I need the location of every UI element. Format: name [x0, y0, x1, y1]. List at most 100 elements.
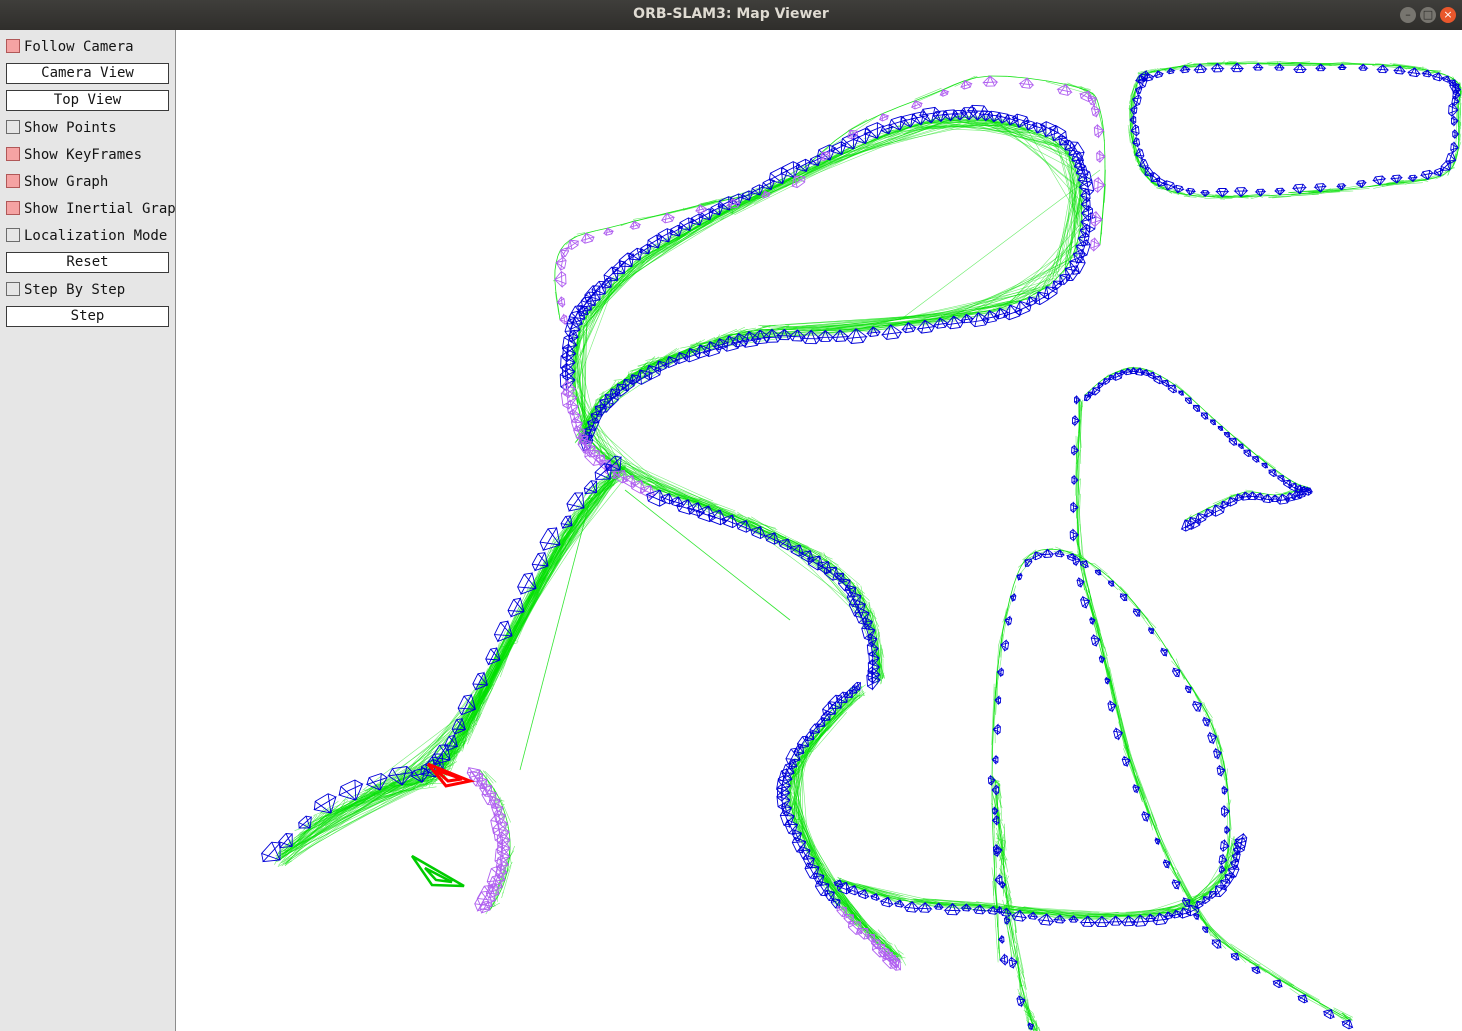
covisibility-edge: [1123, 748, 1144, 800]
covisibility-edge: [720, 163, 833, 221]
keyframe-frustum: [1059, 273, 1071, 286]
step-by-step-checkbox-box[interactable]: [6, 282, 20, 296]
inertial-keyframe-frustum: [1090, 236, 1101, 252]
keyframe-frustum: [1132, 783, 1140, 794]
keyframe-frustum: [1252, 62, 1264, 71]
spanning-tree-edge: [1267, 494, 1276, 496]
covisibility-edge: [1137, 610, 1161, 642]
spanning-tree-edge: [666, 208, 684, 214]
keyframe-frustum: [1002, 304, 1023, 321]
covisibility-edge: [1199, 917, 1238, 956]
keyframe-frustum: [1200, 412, 1209, 420]
close-icon[interactable]: ×: [1440, 7, 1456, 23]
keyframe-frustum: [1040, 548, 1055, 558]
covisibility-edge: [1143, 802, 1175, 872]
keyframe-frustum: [1251, 455, 1260, 463]
keyframe-frustum: [1450, 115, 1459, 127]
covisibility-edge: [558, 469, 621, 540]
spanning-tree-edge: [999, 951, 1001, 961]
show-keyframes-checkbox-box[interactable]: [6, 147, 20, 161]
keyframe-frustum: [1071, 444, 1080, 457]
spanning-tree-edge: [942, 84, 955, 91]
keyframe-frustum: [1148, 627, 1155, 635]
show-inertial-graph-checkbox-box[interactable]: [6, 201, 20, 215]
inertial-keyframe-frustum: [1090, 104, 1101, 118]
show-points-label: Show Points: [24, 120, 117, 136]
spanning-tree-edge: [1007, 75, 1028, 79]
camera-view-button[interactable]: Camera View: [6, 63, 169, 84]
inertial-keyframe-frustum: [1090, 210, 1103, 228]
minimize-icon[interactable]: –: [1400, 7, 1416, 23]
covisibility-edge: [915, 80, 966, 103]
inertial-keyframe-frustum: [629, 220, 642, 230]
covisibility-edge: [587, 306, 590, 309]
covisibility-edge: [990, 122, 1077, 161]
covisibility-edge: [746, 524, 870, 617]
title-bar: ORB-SLAM3: Map Viewer – □ ×: [0, 0, 1462, 30]
step-button[interactable]: Step: [6, 306, 169, 327]
top-view-button[interactable]: Top View: [6, 90, 169, 111]
covisibility-edge: [1120, 587, 1149, 620]
keyframe-frustum: [1220, 804, 1231, 818]
covisibility-edge: [1428, 71, 1442, 73]
covisibility-edge: [695, 181, 787, 231]
spanning-tree-edge: [607, 224, 621, 229]
spanning-tree-edge: [554, 279, 557, 292]
covisibility-edge: [1018, 552, 1038, 575]
keyframe-frustum: [1177, 390, 1185, 396]
inertial-keyframe-frustum: [559, 247, 570, 259]
covisibility-edge: [1235, 952, 1317, 1002]
map-3d-view[interactable]: [176, 30, 1462, 1031]
covisibility-edge: [536, 473, 619, 594]
keyframe-frustum: [1274, 187, 1286, 196]
covisibility-edge: [513, 469, 614, 619]
inertial-keyframe-frustum: [555, 256, 567, 272]
keyframe-frustum: [1355, 180, 1367, 189]
reset-button[interactable]: Reset: [6, 252, 169, 273]
covisibility-edge: [1075, 534, 1094, 611]
covisibility-edge: [279, 774, 447, 858]
keyframe-frustum: [1357, 63, 1369, 71]
spanning-tree-edge: [554, 262, 557, 271]
covisibility-edge: [1452, 76, 1454, 78]
keyframe-frustum: [1452, 128, 1460, 140]
keyframe-frustum: [1450, 141, 1459, 154]
keyframe-frustum: [1341, 1019, 1354, 1030]
keyframe-frustum: [1184, 397, 1193, 405]
keyframe-frustum: [999, 953, 1009, 966]
follow-camera-checkbox-box[interactable]: [6, 39, 20, 53]
keyframe-frustum: [1199, 190, 1211, 198]
show-points-checkbox-box[interactable]: [6, 120, 20, 134]
spanning-tree-edge: [992, 820, 994, 836]
covisibility-edge: [613, 379, 623, 381]
keyframe-frustum: [261, 841, 281, 863]
covisibility-edge: [1042, 193, 1086, 289]
covisibility-edge: [662, 188, 773, 253]
keyframe-frustum: [1166, 384, 1178, 394]
keyframe-frustum: [1119, 593, 1128, 602]
spanning-tree-edge: [1279, 194, 1290, 196]
localization-mode-label: Localization Mode: [24, 228, 168, 244]
localization-mode-checkbox-box[interactable]: [6, 228, 20, 242]
map-viewer-canvas[interactable]: [176, 30, 1462, 1031]
covisibility-edge: [1002, 585, 1017, 631]
keyframe-frustum: [1090, 633, 1101, 648]
covisibility-edge: [1012, 948, 1026, 991]
keyframe-frustum: [1160, 647, 1168, 658]
inertial-keyframe-frustum: [878, 113, 890, 122]
keyframe-frustum: [1213, 747, 1222, 760]
keyframe-frustum: [1043, 286, 1059, 300]
keyframe-frustum: [1080, 595, 1091, 610]
covisibility-edge: [446, 548, 552, 749]
maximize-icon[interactable]: □: [1420, 7, 1436, 23]
covisibility-edge: [1064, 83, 1091, 90]
covisibility-edge: [803, 844, 844, 902]
spanning-tree-edge: [558, 312, 561, 321]
show-graph-checkbox-box[interactable]: [6, 174, 20, 188]
keyframe-frustum: [1097, 382, 1104, 389]
covisibility-edge: [1175, 383, 1192, 398]
keyframe-frustum: [1260, 462, 1269, 469]
keyframe-frustum: [646, 234, 663, 249]
covisibility-edge: [495, 564, 542, 667]
show-inertial-graph-label: Show Inertial Graph: [24, 201, 185, 217]
